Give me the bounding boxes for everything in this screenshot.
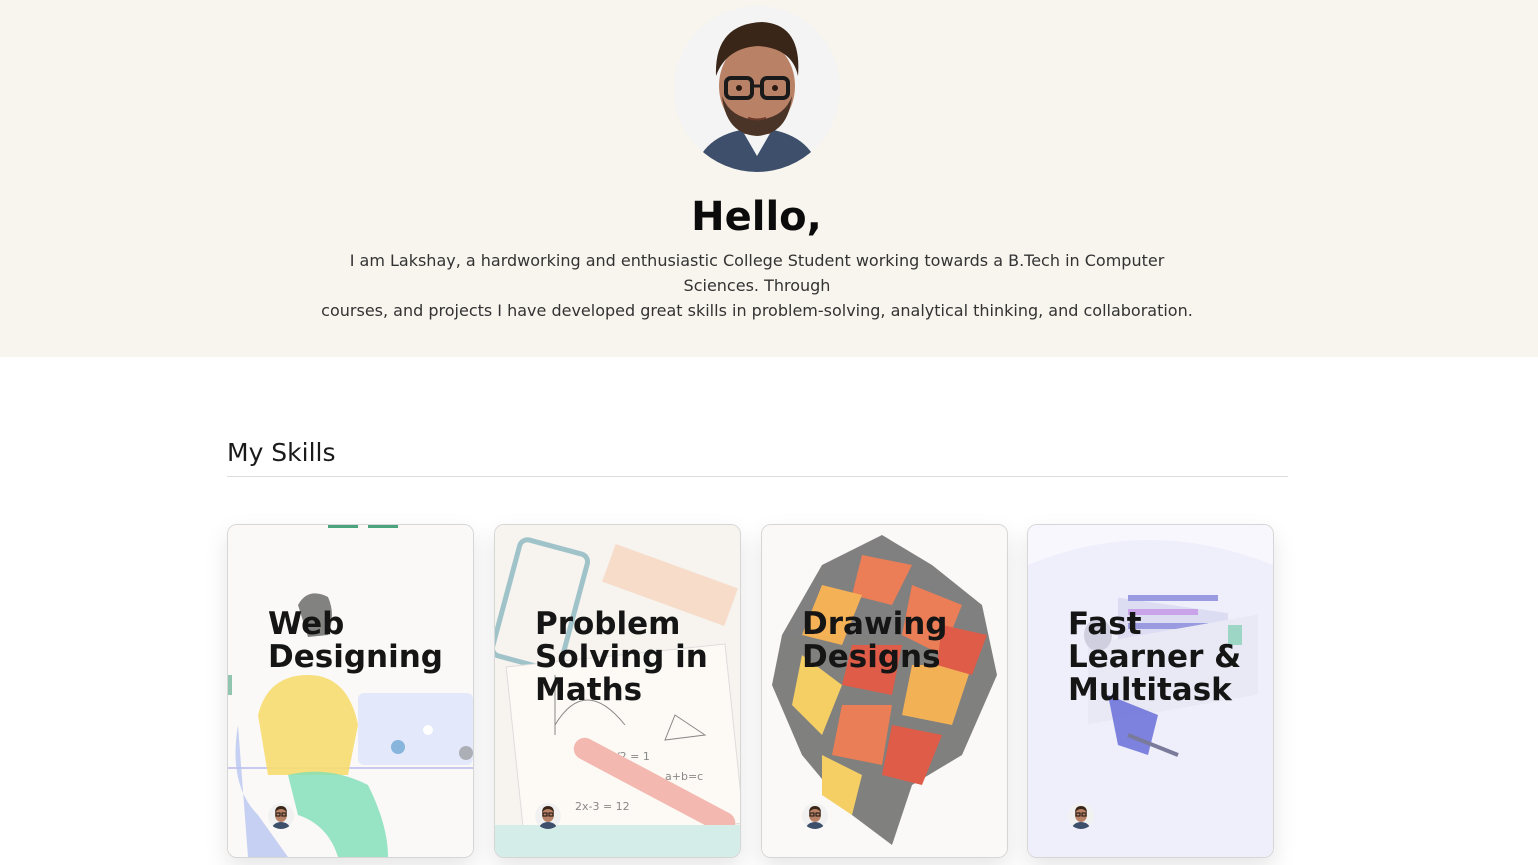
hero-intro: I am Lakshay, a hardworking and enthusia… [310,248,1204,323]
skill-title-line: Problem [535,606,681,642]
author-avatar [802,803,828,829]
skill-title-line: Web [268,606,345,642]
skill-title-line: Designing [268,639,443,675]
skill-card-web-designing[interactable]: Web Designing [227,524,474,858]
skill-title-line: Maths [535,672,643,708]
skill-card-problem-solving[interactable]: -4/2 = 1 2x-3 = 12 a+b=c Problem Solving… [494,524,741,858]
skill-title-line: Drawing [802,606,948,642]
skills-heading: My Skills [227,438,336,467]
skill-title-line: Multitask [1068,672,1232,708]
author-avatar [268,803,294,829]
skill-title-line: Fast [1068,606,1142,642]
skill-title-line: Designs [802,639,941,675]
skill-title-line: Solving in [535,639,708,675]
skill-card-drawing-designs[interactable]: Drawing Designs [761,524,1008,858]
skill-title-line: Learner & [1068,639,1242,675]
skill-card-title: Fast Learner & Multitask [1068,608,1268,707]
svg-text:a+b=c: a+b=c [665,770,703,783]
geometric-lion-illustration [762,525,1007,857]
hero-greeting: Hello, [691,194,822,240]
svg-text:2x-3 = 12: 2x-3 = 12 [575,800,630,813]
skill-card-fast-learner[interactable]: Fast Learner & Multitask [1027,524,1274,858]
skill-card-title: Web Designing [268,608,468,674]
profile-photo [674,6,840,172]
skills-divider [227,476,1288,477]
hero-section: Hello, I am Lakshay, a hardworking and e… [0,0,1538,357]
hero-intro-line1: I am Lakshay, a hardworking and enthusia… [349,251,1165,295]
skill-card-title: Problem Solving in Maths [535,608,735,707]
skill-card-title: Drawing Designs [802,608,1002,674]
author-avatar [535,803,561,829]
hero-intro-line2: courses, and projects I have developed g… [321,301,1193,320]
developer-at-laptop-illustration [228,525,473,857]
author-avatar [1068,803,1094,829]
